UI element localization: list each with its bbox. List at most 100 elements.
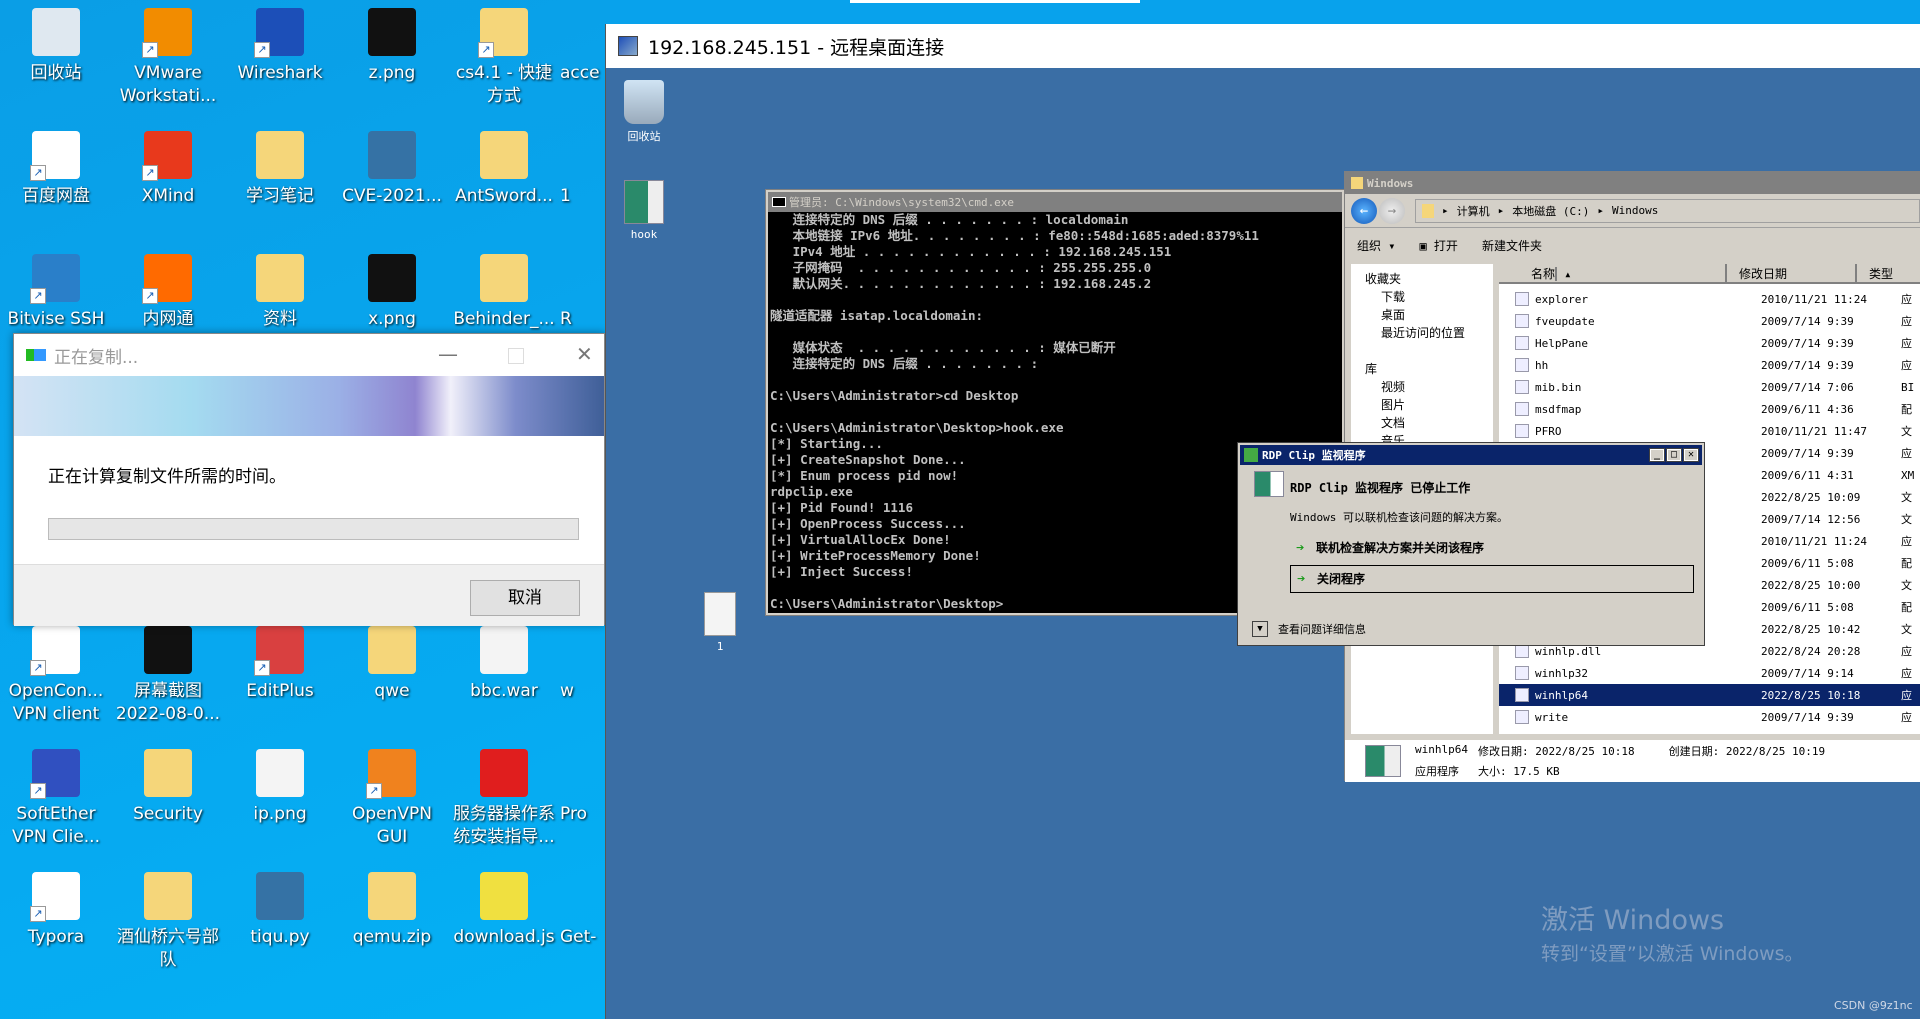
file-row[interactable]: fveupdate 2009/7/14 9:39 应 <box>1499 310 1920 332</box>
file-row[interactable]: hh 2009/7/14 9:39 应 <box>1499 354 1920 376</box>
minimize-button[interactable]: _ <box>1649 448 1665 462</box>
remote-file-1[interactable]: 1 <box>682 592 758 653</box>
nav-item[interactable]: 视频 <box>1351 378 1493 396</box>
shortcut-arrow-icon: ↗ <box>30 660 46 676</box>
breadcrumb-item[interactable]: 本地磁盘 (C:) <box>1512 203 1589 219</box>
softether-icon: ↗ <box>30 749 80 799</box>
column-date[interactable]: 修改日期 <box>1727 264 1857 282</box>
desktop-icon[interactable]: qwe <box>336 626 448 703</box>
nav-item[interactable]: 最近访问的位置 <box>1351 324 1493 342</box>
maximize-button[interactable] <box>508 348 524 364</box>
icon-label: bbc.war <box>470 681 538 701</box>
application-icon <box>1365 745 1401 777</box>
column-type[interactable]: 类型 <box>1857 264 1893 282</box>
desktop-icon[interactable]: tiqu.py <box>224 872 336 949</box>
remote-hook-exe[interactable]: hook <box>606 180 682 241</box>
file-date: 2009/6/11 5:08 <box>1761 556 1854 570</box>
nav-item[interactable]: 下载 <box>1351 288 1493 306</box>
desktop-icon[interactable]: ↗ XMind <box>112 131 224 208</box>
folder-icon <box>1422 203 1434 218</box>
desktop-icon[interactable]: ↗ 内网通 <box>112 254 224 331</box>
close-program-button[interactable]: ➔ 关闭程序 <box>1290 565 1694 593</box>
remote-recycle-bin[interactable]: 回收站 <box>606 80 682 144</box>
back-button[interactable]: ← <box>1351 197 1377 224</box>
nav-item[interactable]: 库 <box>1351 360 1493 378</box>
desktop-icon[interactable]: bbc.war <box>448 626 560 703</box>
icon-label: qemu.zip <box>352 927 432 947</box>
shortcut-arrow-icon: ↗ <box>142 288 158 304</box>
rdp-titlebar: 192.168.245.151 - 远程桌面连接 <box>606 24 1920 68</box>
view-details-toggle[interactable]: ▼ 查看问题详细信息 <box>1252 621 1366 637</box>
breadcrumb-item[interactable]: Windows <box>1612 204 1658 217</box>
desktop-icon[interactable]: ip.png <box>224 749 336 826</box>
file-date: 2022/8/25 10:09 <box>1761 490 1861 504</box>
open-button[interactable]: ▣ 打开 <box>1419 237 1457 254</box>
copy-status-message: 正在计算复制文件所需的时间。 <box>48 467 286 487</box>
nav-item[interactable]: 图片 <box>1351 396 1493 414</box>
desktop-icon[interactable]: ↗ 百度网盘 <box>0 131 112 208</box>
minimize-button[interactable]: — <box>438 342 458 366</box>
shortcut-arrow-icon: ↗ <box>30 906 46 922</box>
desktop-icon[interactable]: Security <box>112 749 224 826</box>
file-row[interactable]: mib.bin 2009/7/14 7:06 BI <box>1499 376 1920 398</box>
cancel-button[interactable]: 取消 <box>470 580 580 616</box>
file-row[interactable]: PFRO 2010/11/21 11:47 文 <box>1499 420 1920 442</box>
desktop-icon[interactable]: ↗ Bitvise SSH <box>0 254 112 331</box>
desktop-icon[interactable]: 屏幕截图 2022-08-0... <box>112 626 224 726</box>
icon-label: Wireshark <box>237 63 323 83</box>
desktop-icon[interactable]: 学习笔记 <box>224 131 336 208</box>
nav-item[interactable]: 文档 <box>1351 414 1493 432</box>
desktop-icon[interactable]: ↗ OpenCon... VPN client <box>0 626 112 726</box>
typora-icon: ↗ <box>30 872 80 922</box>
image-file-icon <box>144 626 192 674</box>
nav-item[interactable]: 桌面 <box>1351 306 1493 324</box>
desktop-icon[interactable]: ↗ Typora <box>0 872 112 949</box>
file-icon <box>1515 710 1529 724</box>
nav-item[interactable]: 收藏夹 <box>1351 270 1493 288</box>
recycle-bin-icon <box>32 8 80 56</box>
file-row[interactable]: winhlp32 2009/7/14 9:14 应 <box>1499 662 1920 684</box>
new-folder-button[interactable]: 新建文件夹 <box>1482 237 1542 254</box>
nav-item[interactable] <box>1351 342 1493 360</box>
maximize-button[interactable]: □ <box>1666 448 1682 462</box>
breadcrumb[interactable]: ▸ 计算机 ▸ 本地磁盘 (C:) ▸ Windows <box>1415 198 1920 223</box>
file-row[interactable]: explorer 2010/11/21 11:24 应 <box>1499 288 1920 310</box>
file-type: 文 <box>1901 425 1912 438</box>
file-name: winhlp.dll <box>1535 644 1602 658</box>
desktop-icon[interactable]: ↗ SoftEther VPN Clie... <box>0 749 112 849</box>
organize-button[interactable]: 组织 ▾ <box>1357 237 1395 254</box>
close-button[interactable]: ✕ <box>1683 448 1699 462</box>
desktop-icon[interactable]: qemu.zip <box>336 872 448 949</box>
activate-windows-watermark: 激活 Windows 转到“设置”以激活 Windows。 <box>1541 898 1804 966</box>
desktop-icon[interactable]: 回收站 <box>0 8 112 85</box>
shortcut-arrow-icon: ↗ <box>30 783 46 799</box>
desktop-icon[interactable]: CVE-2021... <box>336 131 448 208</box>
column-name[interactable]: 名称 ▴ <box>1499 264 1727 282</box>
file-row[interactable]: winhlp64 2022/8/25 10:18 应 <box>1499 684 1920 706</box>
desktop-icon[interactable]: ↗ EditPlus <box>224 626 336 703</box>
desktop-icon[interactable]: z.png <box>336 8 448 85</box>
desktop-icon[interactable]: 服务器操作系统安装指导... <box>448 749 560 849</box>
file-row[interactable]: msdfmap 2009/6/11 4:36 配 <box>1499 398 1920 420</box>
check-online-and-close-button[interactable]: ➔ 联机检查解决方案并关闭该程序 <box>1290 535 1484 563</box>
file-row[interactable]: HelpPane 2009/7/14 9:39 应 <box>1499 332 1920 354</box>
breadcrumb-item[interactable]: 计算机 <box>1457 203 1490 219</box>
cmd-titlebar: 管理员: C:\Windows\system32\cmd.exe <box>768 192 1342 212</box>
desktop-icon[interactable]: 资料 <box>224 254 336 331</box>
desktop-icon[interactable]: 酒仙桥六号部队 <box>112 872 224 972</box>
python-file-icon <box>256 872 304 920</box>
desktop-icon[interactable]: ↗ VMware Workstati... <box>112 8 224 108</box>
file-row[interactable]: write 2009/7/14 9:39 应 <box>1499 706 1920 728</box>
desktop-icon[interactable]: Behinder_... <box>448 254 560 331</box>
application-icon <box>624 180 664 224</box>
desktop-icon[interactable]: AntSword... <box>448 131 560 208</box>
folder-icon <box>256 254 304 302</box>
details-pane: winhlp64 修改日期: 2022/8/25 10:18 创建日期: 202… <box>1345 740 1920 782</box>
close-button[interactable]: ✕ <box>576 342 593 366</box>
desktop-icon[interactable]: ↗ Wireshark <box>224 8 336 85</box>
desktop-icon[interactable]: ↗ OpenVPN GUI <box>336 749 448 849</box>
desktop-icon[interactable]: x.png <box>336 254 448 331</box>
desktop-icon[interactable]: ↗ cs4.1 - 快捷方式 <box>448 8 560 108</box>
forward-button[interactable]: → <box>1379 197 1405 224</box>
desktop-icon[interactable]: download.js <box>448 872 560 949</box>
